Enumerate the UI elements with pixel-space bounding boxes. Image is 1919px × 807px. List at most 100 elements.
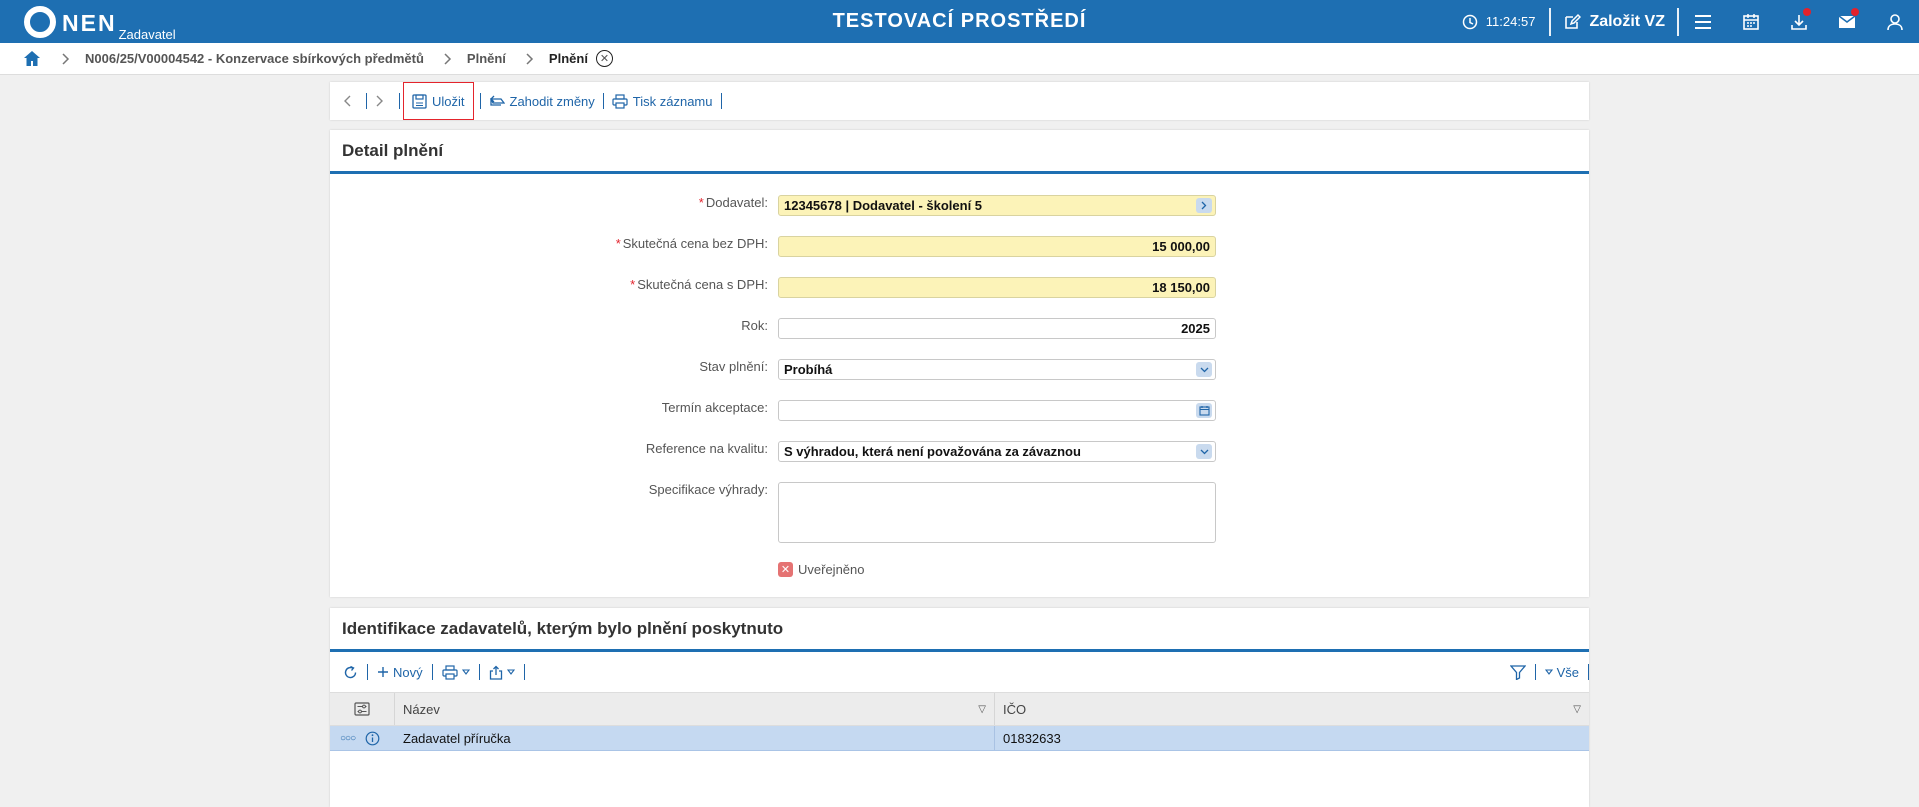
quality-ref-select[interactable]: S výhradou, která není považována za záv…: [778, 441, 1216, 462]
discard-icon: [489, 95, 505, 106]
chevron-left-icon: [344, 95, 351, 107]
export-icon: [489, 665, 502, 680]
messages-button[interactable]: [1823, 0, 1871, 43]
record-toolbar: Uložit Zahodit změny Tisk záznamu: [330, 82, 1589, 120]
published-checkbox[interactable]: ✕: [778, 562, 793, 577]
caret-down-icon: [461, 669, 470, 675]
home-button[interactable]: [22, 49, 42, 69]
nen-logo[interactable]: NEN Zadavatel: [24, 4, 176, 42]
state-select[interactable]: Probíhá: [778, 359, 1216, 380]
sort-icon[interactable]: ▽: [978, 704, 986, 715]
new-button[interactable]: Nový: [374, 665, 426, 680]
acceptance-date-field[interactable]: [778, 400, 1216, 421]
discard-changes-button[interactable]: Zahodit změny: [487, 82, 597, 120]
breadcrumb-item-plneni[interactable]: Plnění: [467, 51, 506, 66]
grid-toolbar: Nový Vše: [330, 652, 1589, 692]
print-menu-button[interactable]: [439, 664, 473, 680]
date-picker-button[interactable]: [1196, 403, 1212, 418]
save-icon: [412, 93, 427, 109]
previous-record-button[interactable]: [340, 95, 354, 107]
column-name-label: Název: [403, 701, 440, 717]
refresh-icon: [344, 665, 357, 678]
hamburger-icon: [1695, 14, 1711, 29]
notification-dot: [1851, 8, 1859, 16]
detail-title: Detail plnění: [330, 130, 1589, 174]
required-marker: *: [698, 195, 704, 210]
state-dropdown-button[interactable]: [1196, 362, 1212, 377]
reservation-spec-textarea[interactable]: [778, 482, 1216, 543]
logo-ring-icon: [24, 6, 56, 38]
info-icon[interactable]: [365, 731, 380, 746]
year-field[interactable]: 2025: [778, 318, 1216, 339]
discard-label: Zahodit změny: [509, 93, 595, 109]
divider: [367, 664, 368, 680]
breadcrumb-item-tender[interactable]: N006/25/V00004542 - Konzervace sbírkovýc…: [85, 51, 424, 66]
breadcrumb-current: Plnění: [548, 51, 588, 66]
cell-name: Zadavatel příručka: [395, 726, 995, 750]
divider: [478, 664, 480, 680]
column-settings-button[interactable]: [330, 693, 395, 725]
price-no-vat-value: 15 000,00: [1152, 239, 1210, 254]
view-all-label: Vše: [1556, 664, 1579, 680]
column-ico-label: IČO: [1003, 701, 1027, 717]
state-value: Probíhá: [784, 362, 833, 377]
year-label: Rok:: [741, 318, 768, 333]
close-tab-button[interactable]: ✕: [595, 50, 613, 67]
column-header-ico[interactable]: IČO ▽: [995, 693, 1589, 725]
downloads-button[interactable]: [1775, 0, 1823, 43]
caret-down-icon: [1544, 669, 1553, 675]
price-no-vat-field[interactable]: 15 000,00: [778, 236, 1216, 257]
session-clock: 11:24:57: [1448, 0, 1550, 43]
published-label: Uveřejněno: [798, 562, 865, 577]
divider: [1549, 7, 1552, 36]
refresh-button[interactable]: [340, 665, 361, 680]
calendar-icon: [1743, 13, 1759, 30]
supplier-label: * Dodavatel:: [698, 195, 768, 210]
export-menu-button[interactable]: [486, 665, 518, 680]
column-header-name[interactable]: Název ▽: [395, 693, 995, 725]
plus-icon: [378, 667, 388, 677]
table-row[interactable]: ○○○ Zadavatel příručka 01832633: [330, 726, 1589, 751]
close-icon: ✕: [599, 53, 610, 65]
divider: [479, 93, 481, 109]
print-icon: [442, 664, 458, 680]
required-marker: *: [615, 236, 621, 251]
create-vz-button[interactable]: Založit VZ: [1551, 0, 1677, 43]
filter-button[interactable]: [1507, 664, 1529, 680]
menu-button[interactable]: [1679, 0, 1727, 43]
quality-ref-dropdown-button[interactable]: [1196, 444, 1212, 459]
state-label: Stav plnění:: [699, 359, 768, 374]
chevron-down-icon: [1200, 367, 1208, 372]
user-button[interactable]: [1871, 0, 1919, 43]
price-vat-field[interactable]: 18 150,00: [778, 277, 1216, 298]
divider: [602, 93, 604, 109]
grid-header: Název ▽ IČO ▽: [330, 692, 1589, 726]
supplier-value: 12345678 | Dodavatel - školení 5: [784, 198, 983, 213]
next-record-button[interactable]: [373, 95, 387, 107]
chevron-down-icon: [1200, 449, 1208, 454]
calendar-button[interactable]: [1727, 0, 1775, 43]
sort-icon[interactable]: ▽: [1573, 704, 1581, 715]
filter-icon: [1509, 664, 1526, 680]
supplier-picker-button[interactable]: [1196, 198, 1212, 213]
quality-ref-value: S výhradou, která není považována za záv…: [784, 444, 1081, 459]
supplier-field[interactable]: 12345678 | Dodavatel - školení 5: [778, 195, 1216, 216]
print-icon: [612, 93, 628, 109]
cell-ico: 01832633: [1003, 730, 1061, 746]
more-options-icon[interactable]: ○○○: [340, 733, 356, 744]
view-all-dropdown[interactable]: Vše: [1542, 665, 1582, 680]
chevron-right-icon: [376, 95, 383, 107]
print-record-button[interactable]: Tisk záznamu: [610, 82, 715, 120]
x-icon: ✕: [780, 564, 791, 576]
notification-dot: [1803, 8, 1811, 16]
mail-icon: [1838, 14, 1856, 28]
price-vat-label: * Skutečná cena s DPH:: [630, 277, 768, 292]
new-label: Nový: [393, 664, 423, 680]
divider: [366, 93, 367, 109]
price-vat-value: 18 150,00: [1152, 280, 1210, 295]
clock-time: 11:24:57: [1485, 14, 1536, 29]
chevron-right-icon: [62, 52, 70, 65]
identification-title: Identifikace zadavatelů, kterým bylo pln…: [330, 608, 1589, 652]
home-icon: [24, 51, 40, 66]
save-button[interactable]: Uložit: [403, 82, 474, 120]
